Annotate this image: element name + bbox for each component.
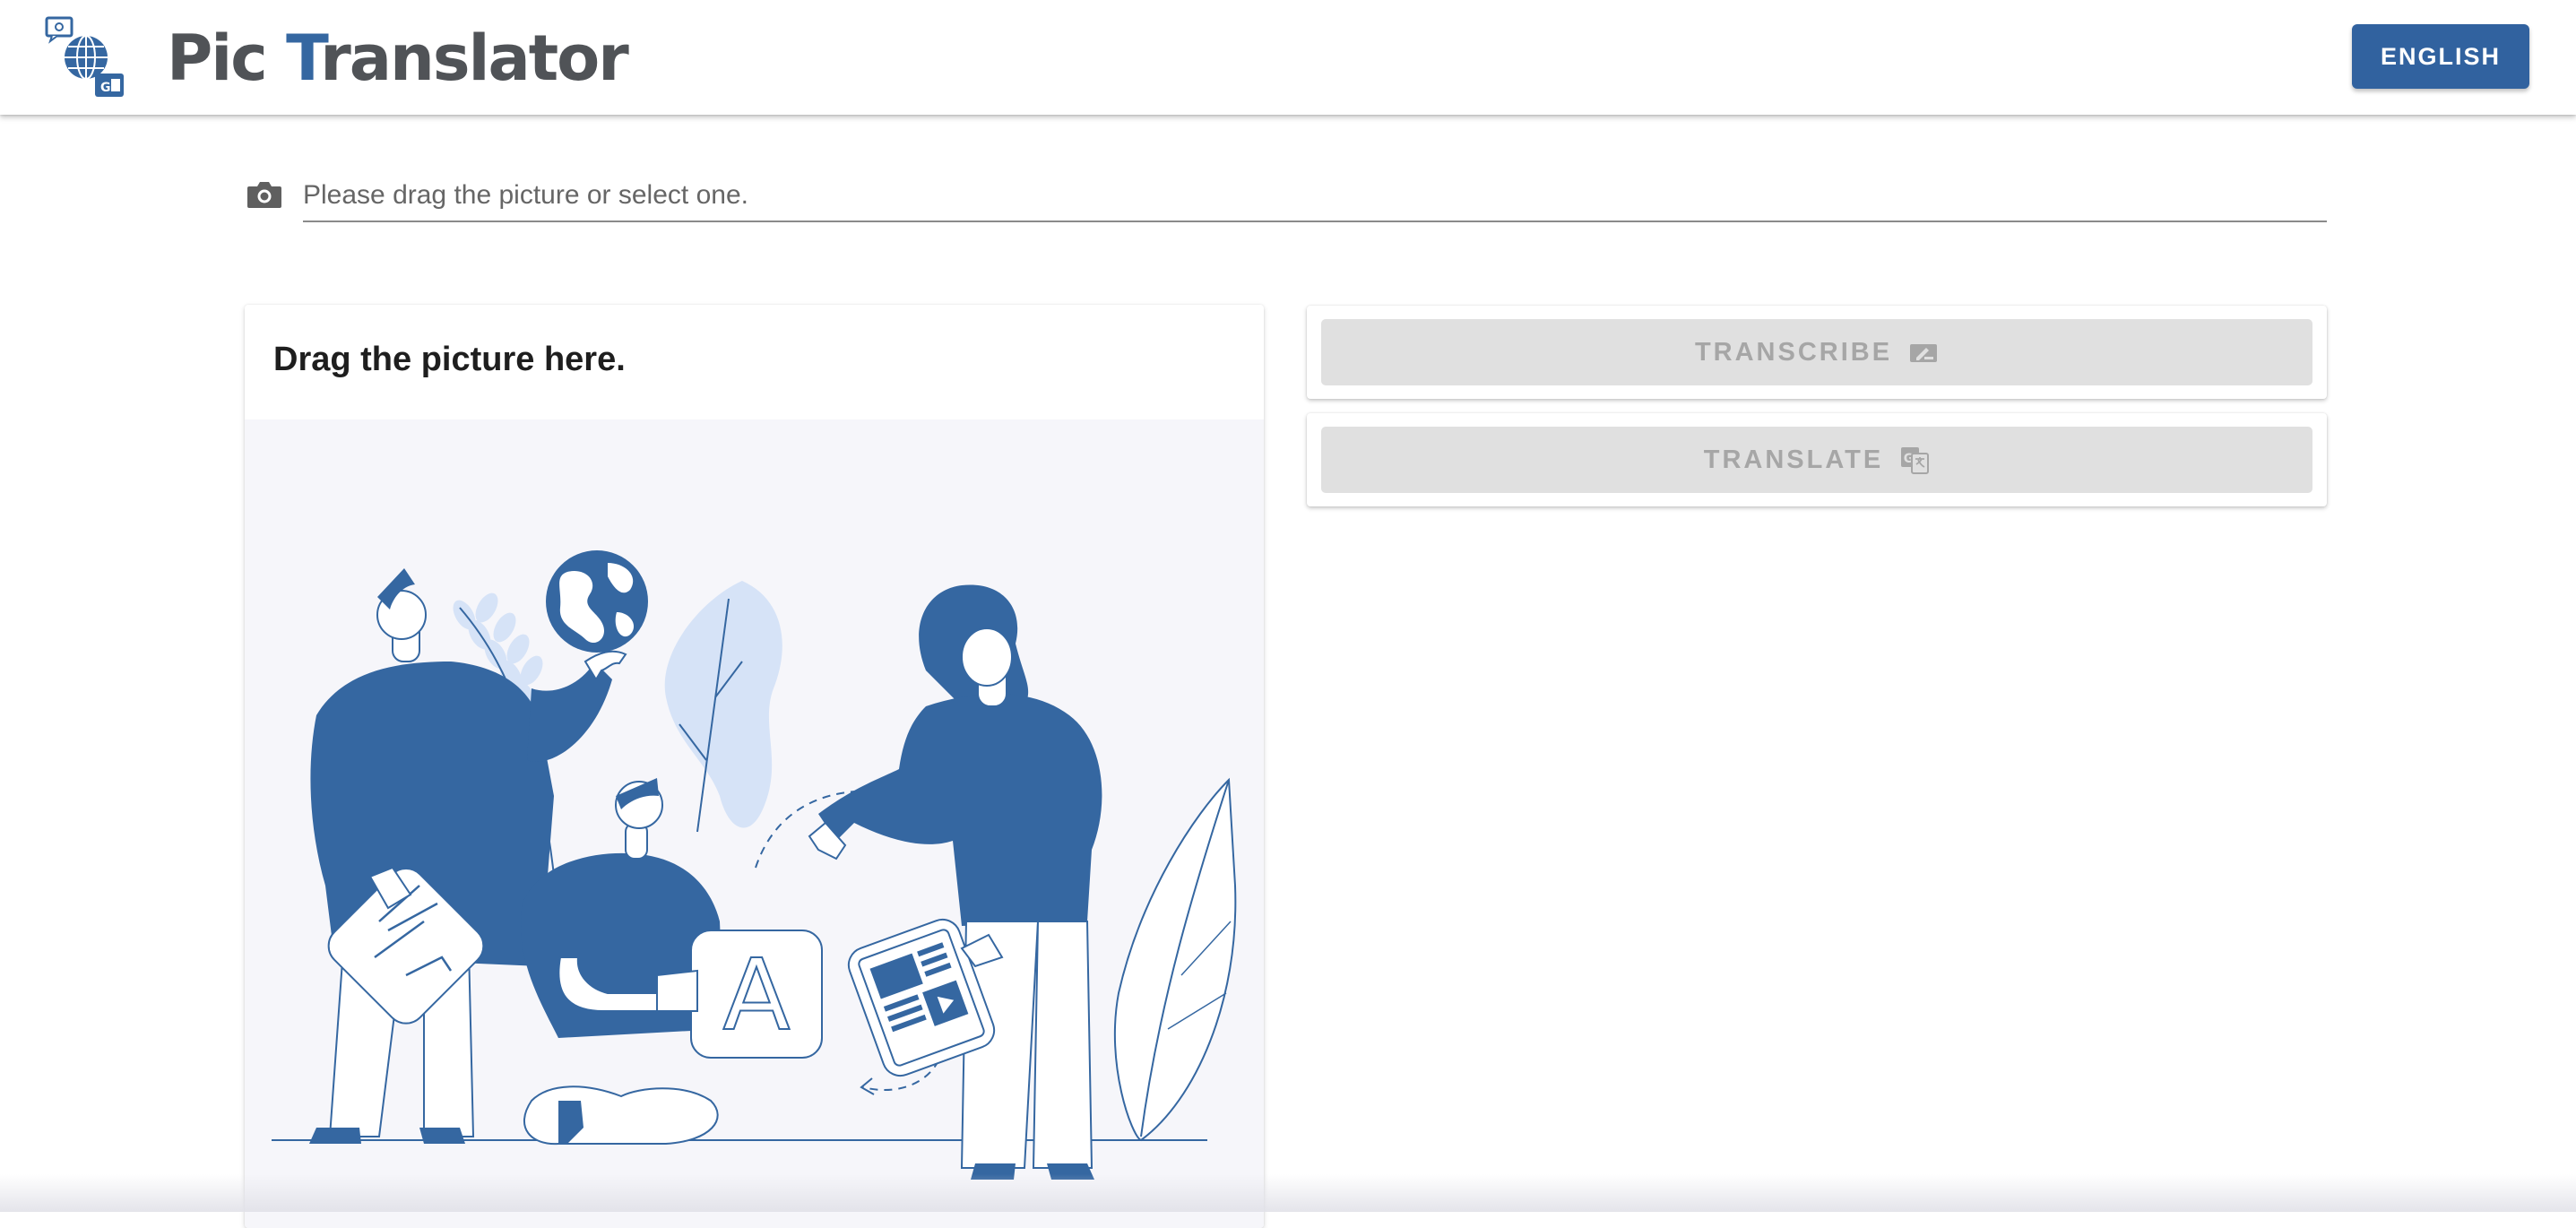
file-input-row (244, 170, 2327, 224)
transcribe-icon (1910, 344, 1938, 362)
transcribe-button[interactable]: TRANSCRIBE (1321, 319, 2312, 385)
drop-area[interactable]: A (245, 419, 1264, 1228)
drop-card: Drag the picture here. A (245, 305, 1264, 1228)
svg-text:A: A (722, 938, 790, 1052)
logo-icon: G (45, 16, 124, 97)
app-header: G Pic Translator ENGLISH (0, 0, 2576, 115)
svg-text:G: G (100, 81, 111, 95)
app-title-accent: T (286, 22, 322, 95)
translate-icon: G (1901, 447, 1930, 474)
file-input[interactable] (303, 170, 2327, 222)
translate-card: TRANSLATE G (1307, 413, 2327, 506)
language-button[interactable]: ENGLISH (2352, 24, 2529, 89)
camera-icon[interactable] (246, 176, 283, 213)
app-title: Pic Translator (167, 22, 629, 95)
translate-button-label: TRANSLATE (1703, 445, 1884, 474)
transcribe-button-label: TRANSCRIBE (1694, 337, 1893, 367)
transcribe-card: TRANSCRIBE (1307, 306, 2327, 399)
people-translating-illustration: A (272, 550, 1237, 1180)
drop-title: Drag the picture here. (273, 341, 626, 378)
translate-button[interactable]: TRANSLATE G (1321, 427, 2312, 493)
